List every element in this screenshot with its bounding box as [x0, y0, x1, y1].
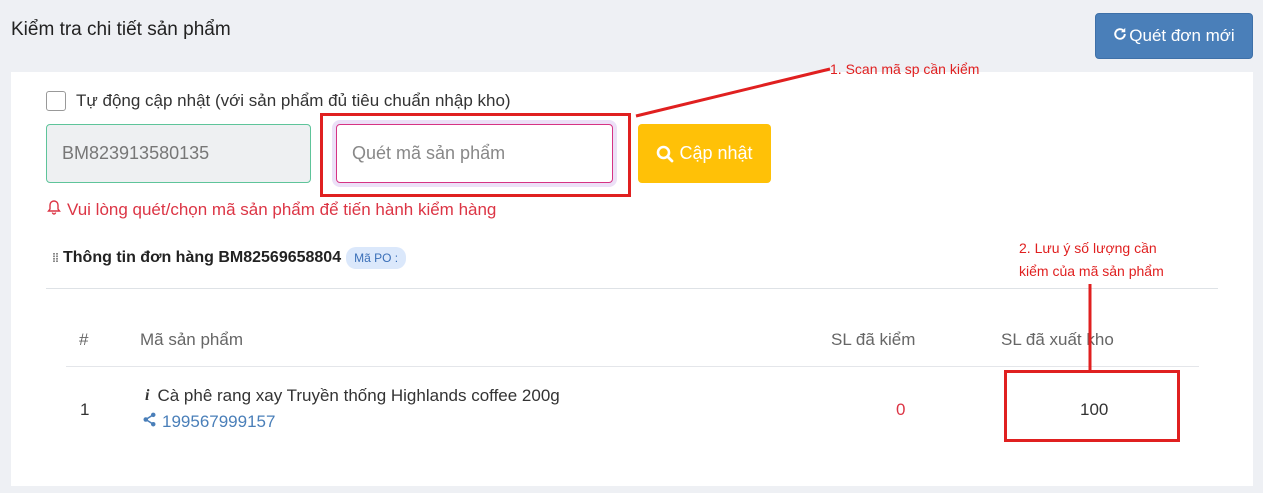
sku-text: 199567999157: [162, 412, 276, 431]
checked-qty: 0: [896, 400, 906, 419]
update-button[interactable]: Cập nhật: [638, 124, 771, 183]
refresh-icon: [1113, 26, 1127, 46]
product-name: i Cà phê rang xay Truyền thống Highlands…: [145, 386, 560, 406]
table-header-divider: [66, 366, 1199, 367]
order-info-header: ⁞⁞ Thông tin đơn hàng BM82569658804 Mã P…: [52, 247, 407, 269]
column-header-exported-qty: SL đã xuất kho: [1001, 330, 1114, 349]
warning-text: Vui lòng quét/chọn mã sản phẩm để tiến h…: [67, 199, 497, 219]
auto-update-label: Tự động cập nhật (với sản phẩm đủ tiêu c…: [76, 91, 511, 110]
annotation-arrow-1: [635, 67, 831, 118]
sku-link[interactable]: 199567999157: [142, 412, 275, 432]
column-header-index: #: [79, 330, 89, 349]
search-icon: [656, 145, 674, 163]
auto-update-option[interactable]: Tự động cập nhật (với sản phẩm đủ tiêu c…: [46, 91, 511, 111]
page-title: Kiểm tra chi tiết sản phẩm: [11, 19, 231, 40]
po-badge: Mã PO :: [346, 247, 407, 269]
new-scan-button[interactable]: Quét đơn mới: [1095, 13, 1253, 59]
info-icon[interactable]: i: [145, 387, 149, 405]
column-header-product-code: Mã sản phẩm: [140, 330, 243, 349]
share-icon: [142, 412, 157, 432]
bell-icon: [46, 199, 62, 220]
annotation-scan-box: [320, 113, 631, 197]
grip-icon: ⁞⁞: [52, 251, 59, 265]
update-button-label: Cập nhật: [679, 143, 753, 163]
annotation-step-2-line-2: kiểm của mã sản phẩm: [1019, 263, 1164, 279]
order-code-value: BM823913580135: [62, 143, 210, 163]
auto-update-checkbox[interactable]: [46, 91, 66, 111]
annotation-step-2-line-1: 2. Lưu ý số lượng cần: [1019, 240, 1157, 256]
new-scan-label: Quét đơn mới: [1129, 26, 1235, 45]
annotation-arrow-2: [1088, 284, 1092, 372]
order-code-field: BM823913580135: [46, 124, 311, 183]
annotation-qty-box: [1004, 370, 1180, 442]
section-divider: [46, 288, 1218, 289]
row-index: 1: [80, 400, 90, 419]
scan-warning: Vui lòng quét/chọn mã sản phẩm để tiến h…: [46, 199, 496, 220]
annotation-step-1: 1. Scan mã sp cần kiểm: [830, 61, 980, 77]
product-name-text: Cà phê rang xay Truyền thống Highlands c…: [157, 386, 560, 405]
order-info-title: Thông tin đơn hàng BM82569658804: [63, 249, 342, 266]
column-header-checked-qty: SL đã kiểm: [831, 330, 916, 349]
